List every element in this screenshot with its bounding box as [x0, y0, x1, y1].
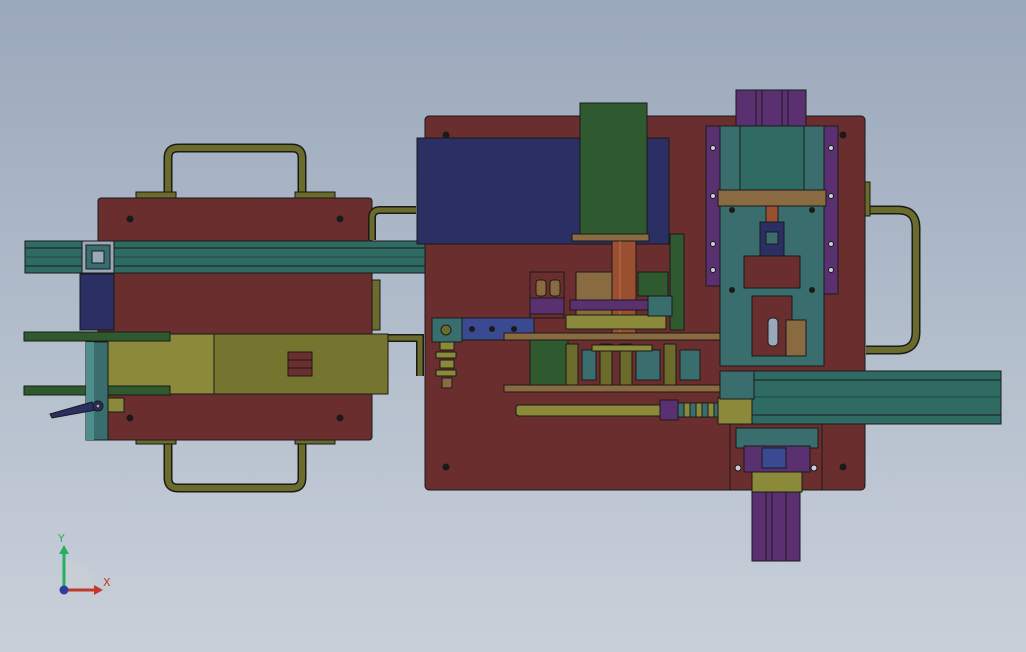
coordinate-triad: [59, 545, 103, 595]
left-navy-block: [79, 273, 115, 331]
wooden-bar-upper: [503, 332, 751, 341]
triad-origin: [59, 585, 69, 595]
machine-top-view: [23, 89, 1002, 595]
left-bottom-handle: [163, 440, 307, 493]
left-top-rail: [23, 331, 171, 342]
left-top-handle: [163, 143, 307, 196]
purple-cylinder-bottom: [751, 491, 801, 562]
left-module: [23, 143, 424, 493]
triad-y-arrowhead: [59, 545, 69, 554]
triad-x-arrowhead: [94, 585, 103, 595]
olive-cylinder-rod: [515, 404, 667, 417]
middle-module: [416, 102, 921, 491]
triad-x-label: X: [103, 576, 111, 589]
green-tower: [579, 102, 648, 238]
left-base-plate: [97, 197, 373, 441]
triad-y-label: Y: [58, 532, 65, 545]
cad-viewport[interactable]: Y X: [0, 0, 1026, 652]
wooden-bar-lower: [503, 384, 751, 393]
